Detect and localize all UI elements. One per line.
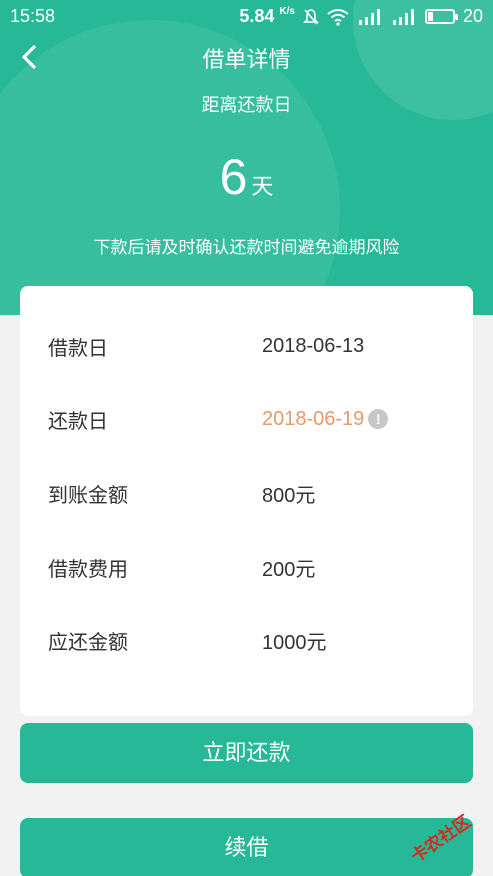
signal-icon — [358, 8, 380, 25]
countdown-caption: 距离还款日 — [201, 95, 292, 116]
detail-label: 借款费用 — [48, 556, 128, 581]
info-icon[interactable]: ! — [368, 409, 389, 429]
mute-icon — [303, 8, 319, 25]
network-speed-unit: K/s — [279, 6, 295, 17]
detail-value: 200元 — [262, 558, 316, 581]
countdown-days: 6 — [219, 149, 248, 205]
detail-value: 800元 — [262, 484, 316, 507]
header: 15:58 5.84 K/s 20 借单详情 距离还款日 6 天 下款后请及时确… — [0, 0, 493, 315]
battery-icon — [424, 9, 458, 24]
detail-row-due-date: 还款日 2018-06-19 ! — [48, 399, 453, 439]
network-speed: 5.84 K/s — [239, 6, 295, 27]
repayment-notice: 下款后请及时确认还款时间避免逾期风险 — [93, 238, 400, 258]
detail-value-due: 2018-06-19 ! — [262, 407, 389, 431]
status-indicators: 5.84 K/s 20 — [239, 6, 483, 27]
detail-label: 到账金额 — [48, 482, 128, 507]
battery-percent: 20 — [462, 6, 483, 26]
detail-label: 借款日 — [48, 335, 108, 360]
watermark-text: 卡农社区 — [407, 811, 475, 867]
page-title: 借单详情 — [202, 48, 291, 73]
detail-row-loan-date: 借款日 2018-06-13 — [48, 326, 453, 366]
status-time: 15:58 — [10, 6, 56, 26]
loan-details-card: 借款日 2018-06-13 还款日 2018-06-19 ! 到账金额 800… — [20, 286, 473, 716]
signal-icon — [392, 8, 414, 25]
detail-label: 应还金额 — [48, 629, 128, 654]
countdown-unit: 天 — [251, 175, 274, 200]
detail-row-received-amount: 到账金额 800元 — [48, 473, 453, 513]
due-date-value: 2018-06-19 — [262, 407, 365, 430]
detail-label: 还款日 — [48, 408, 108, 433]
watermark-logo-icon: 卡农社区 — [407, 811, 475, 867]
repay-now-button[interactable]: 立即还款 — [20, 723, 473, 783]
wifi-icon — [327, 8, 349, 26]
detail-row-loan-fee: 借款费用 200元 — [48, 547, 453, 587]
countdown: 6天 — [0, 148, 493, 206]
detail-value: 1000元 — [262, 631, 327, 654]
status-bar: 15:58 5.84 K/s 20 — [0, 0, 493, 32]
watermark-logo: 卡农社区 — [399, 800, 489, 870]
detail-row-amount-due: 应还金额 1000元 — [48, 620, 453, 660]
battery-level — [427, 12, 434, 21]
detail-value: 2018-06-13 — [262, 334, 365, 357]
network-speed-value: 5.84 — [239, 6, 275, 26]
